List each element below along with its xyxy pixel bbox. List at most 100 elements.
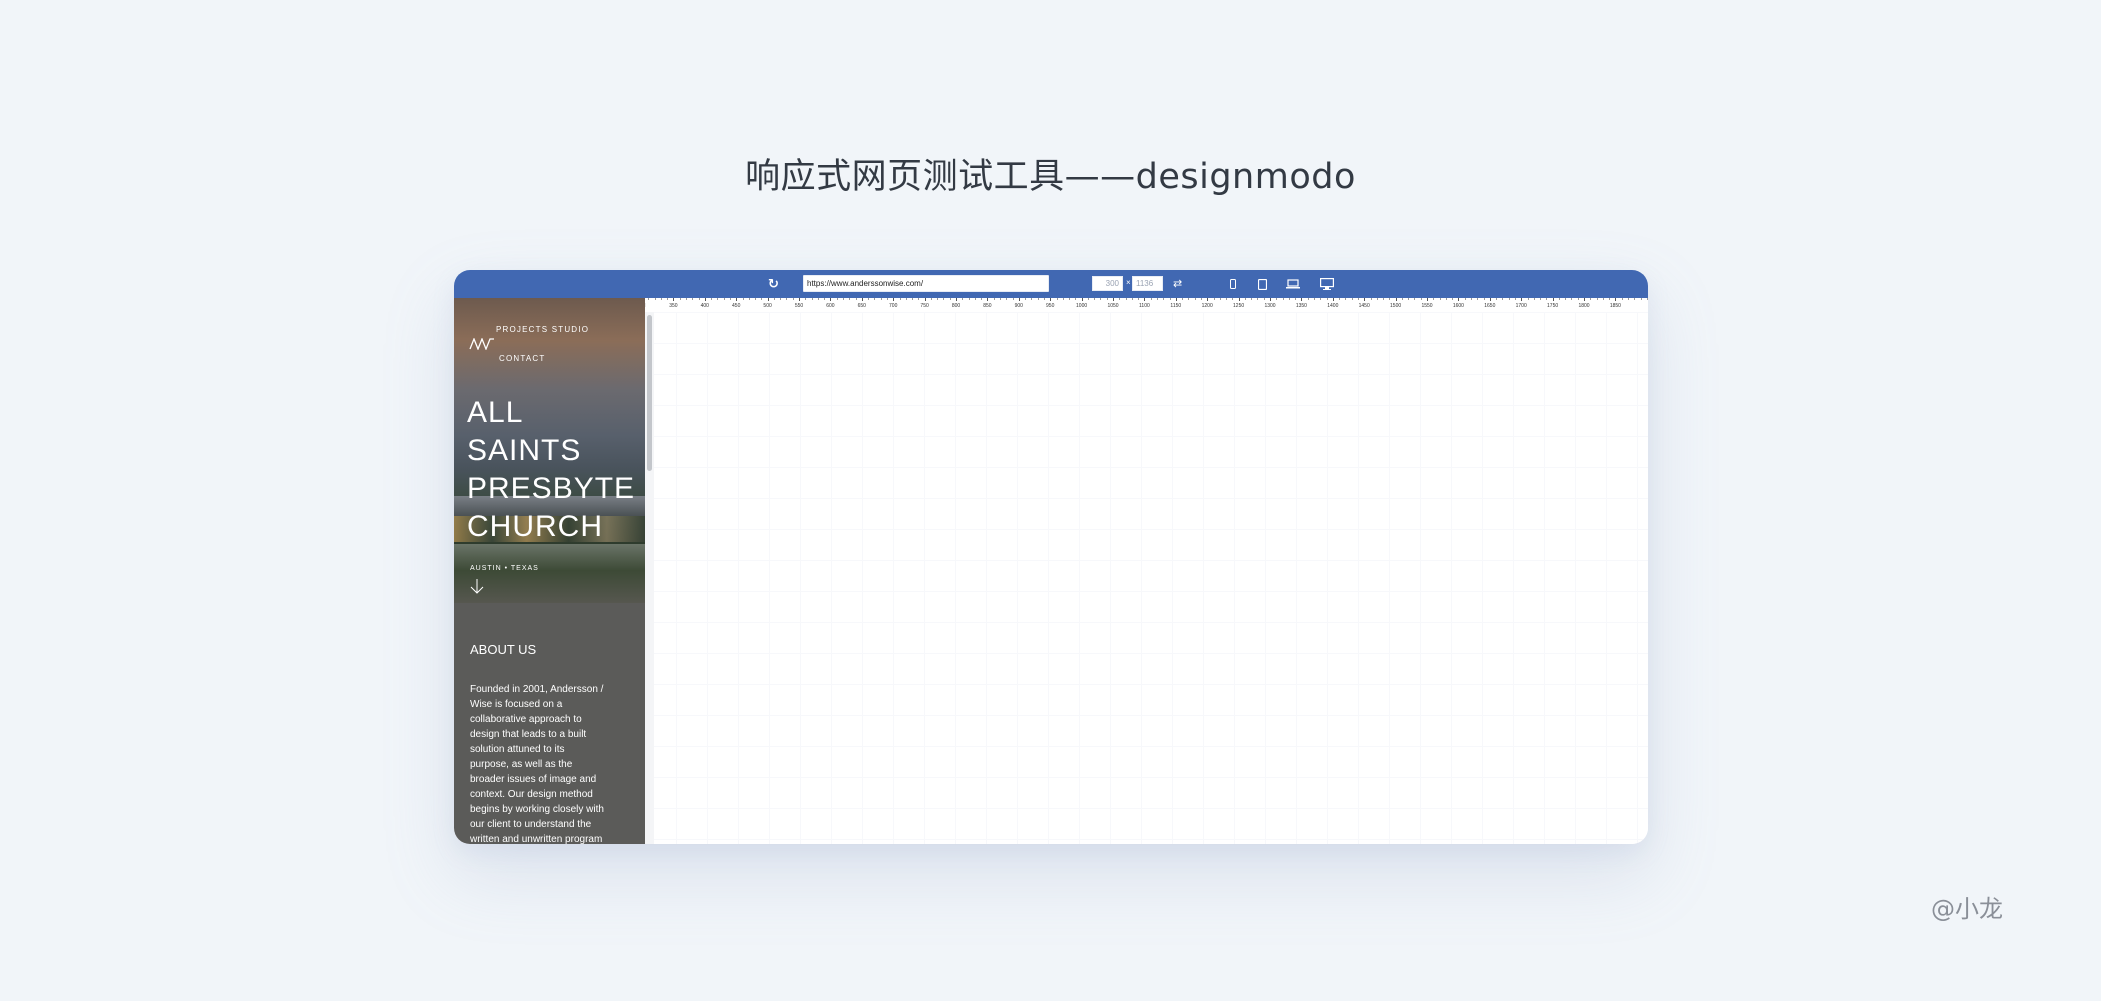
tablet-icon[interactable] (1254, 270, 1270, 298)
ruler-minor-tick (1207, 298, 1209, 300)
hero-line: CHURCH (467, 510, 603, 543)
ruler-minor-tick (1163, 298, 1165, 300)
ruler-label: 1550 (1421, 303, 1433, 309)
ruler-minor-tick (1408, 298, 1410, 300)
about-line: purpose, as well as the (470, 759, 573, 770)
nav-projects-studio[interactable]: PROJECTS STUDIO (496, 325, 589, 334)
about-line: solution attuned to its (470, 744, 565, 755)
ruler-minor-tick (1577, 298, 1579, 300)
ruler-minor-tick (912, 298, 913, 300)
ruler-minor-tick (1326, 298, 1328, 300)
ruler-minor-tick (824, 298, 826, 300)
ruler-minor-tick (805, 298, 807, 300)
ruler-minor-tick (1464, 298, 1466, 300)
ruler-minor-tick (1018, 298, 1020, 300)
ruler-label: 350 (669, 303, 678, 309)
about-line: broader issues of image and (470, 774, 597, 785)
ruler-minor-tick (1288, 298, 1290, 300)
ruler-minor-tick (1081, 298, 1083, 300)
ruler-minor-tick (1477, 298, 1479, 300)
ruler-label: 450 (732, 303, 741, 309)
height-input[interactable] (1132, 276, 1163, 291)
ruler-minor-tick (755, 298, 756, 300)
ruler-minor-tick (1401, 298, 1403, 300)
ruler-minor-tick (1100, 298, 1102, 300)
ruler-minor-tick (1546, 298, 1548, 300)
ruler-minor-tick (1628, 298, 1629, 300)
preview-scrollbar-thumb[interactable] (647, 315, 652, 471)
ruler-minor-tick (1483, 298, 1485, 300)
ruler-minor-tick (1427, 298, 1428, 300)
ruler-minor-tick (1634, 298, 1636, 300)
ruler-minor-tick (1514, 298, 1516, 300)
ruler-minor-tick (1420, 298, 1422, 300)
ruler-minor-tick (861, 298, 863, 300)
toolbar: ↻ × ⇄ (454, 270, 1648, 298)
ruler-minor-tick (1106, 298, 1108, 300)
ruler-minor-tick (1182, 298, 1184, 300)
ruler-minor-tick (1452, 298, 1454, 300)
ruler-minor-tick (1489, 298, 1491, 300)
ruler-minor-tick (1357, 298, 1359, 300)
ruler-label: 1450 (1358, 303, 1370, 309)
ruler-label: 1700 (1515, 303, 1527, 309)
ruler-minor-tick (1232, 298, 1234, 300)
laptop-icon[interactable] (1283, 270, 1303, 298)
dimension-separator: × (1126, 278, 1131, 287)
hero-line: SAINTS (467, 434, 582, 467)
ruler-minor-tick (1270, 298, 1271, 300)
width-input[interactable] (1092, 276, 1123, 291)
about-body: Founded in 2001, Andersson / Wise is foc… (470, 682, 605, 844)
ruler-minor-tick (1383, 298, 1384, 300)
ruler-label: 800 (951, 303, 961, 309)
ruler-minor-tick (968, 298, 970, 300)
canvas-grid (645, 312, 1648, 844)
preview-frame[interactable]: PROJECTS STUDIO CONTACT ALL SAINTS PRESB… (454, 298, 645, 844)
location-label: AUSTIN • TEXAS (470, 565, 539, 572)
hero-line: ALL (467, 396, 524, 429)
ruler-minor-tick (918, 298, 920, 300)
rotate-icon[interactable]: ⇄ (1173, 278, 1182, 290)
ruler-minor-tick (717, 298, 719, 300)
ruler-minor-tick (949, 298, 951, 300)
logo-icon[interactable] (469, 338, 495, 350)
ruler-minor-tick (1094, 298, 1096, 300)
ruler-minor-tick (930, 298, 932, 300)
ruler-label: 650 (857, 303, 866, 309)
ruler-minor-tick (1389, 298, 1391, 300)
ruler-minor-tick (799, 298, 800, 300)
ruler-minor-tick (1314, 298, 1315, 300)
ruler-minor-tick (1502, 298, 1504, 300)
ruler-minor-tick (836, 298, 838, 300)
ruler-minor-tick (1596, 298, 1598, 300)
watermark: @小龙 (1931, 895, 2003, 923)
nav-contact[interactable]: CONTACT (499, 354, 545, 363)
ruler-minor-tick (1251, 298, 1253, 300)
ruler-minor-tick (698, 298, 700, 300)
ruler-minor-tick (1150, 298, 1152, 300)
url-input[interactable] (803, 275, 1049, 292)
ruler-minor-tick (1590, 298, 1592, 300)
down-arrow-icon[interactable] (469, 578, 485, 594)
ruler-minor-tick (1527, 298, 1529, 300)
ruler-minor-tick (1533, 298, 1535, 300)
about-line: Founded in 2001, Andersson / (470, 684, 604, 695)
refresh-icon[interactable]: ↻ (768, 277, 779, 290)
phone-icon[interactable] (1226, 270, 1240, 298)
ruler-label: 1000 (1076, 303, 1088, 309)
ruler-minor-tick (830, 298, 832, 300)
ruler-minor-tick (1175, 298, 1177, 300)
ruler-label: 1200 (1201, 303, 1213, 309)
ruler-minor-tick (1301, 298, 1303, 300)
ruler-minor-tick (962, 298, 964, 300)
ruler-minor-tick (874, 298, 876, 300)
ruler-minor-tick (686, 298, 687, 300)
ruler-minor-tick (849, 298, 851, 300)
ruler-minor-tick (1062, 298, 1064, 300)
ruler-minor-tick (1244, 298, 1246, 300)
desktop-icon[interactable] (1316, 270, 1338, 298)
ruler-minor-tick (811, 298, 813, 300)
ruler-minor-tick (1565, 298, 1567, 300)
ruler-minor-tick (1458, 298, 1460, 300)
ruler-minor-tick (956, 298, 957, 300)
